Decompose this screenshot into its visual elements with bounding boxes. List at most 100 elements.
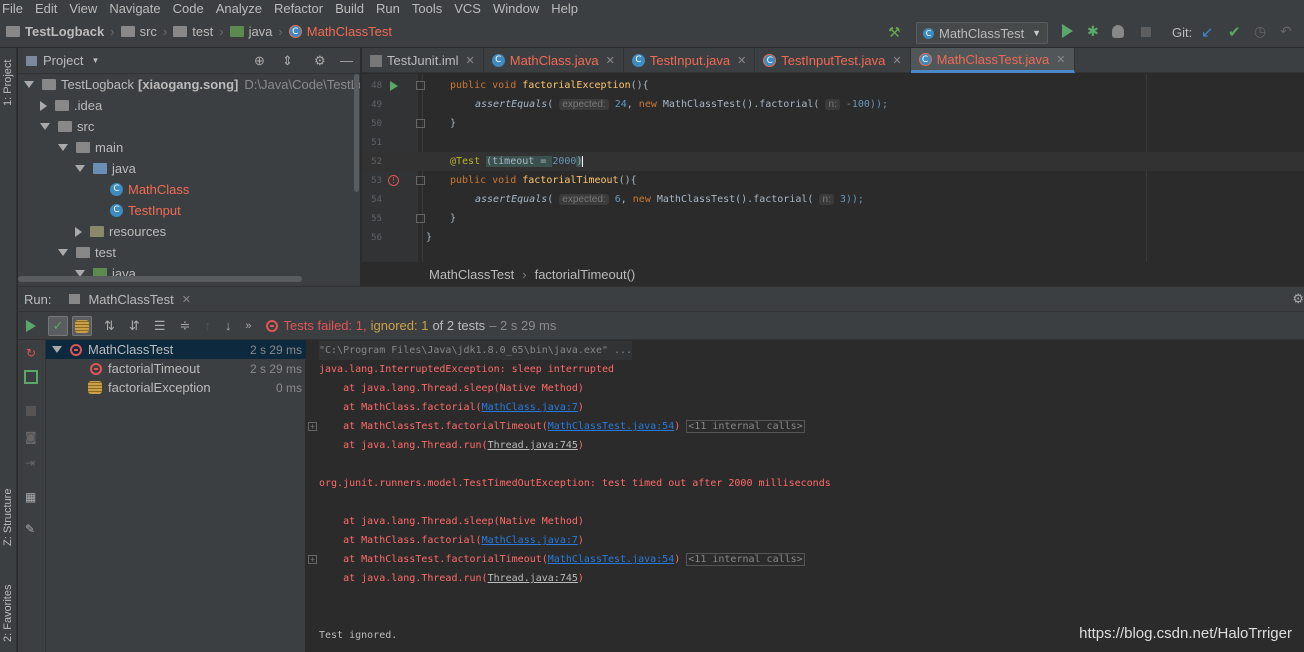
source-link[interactable]: MathClassTest.java:54: [548, 554, 674, 565]
toggle-autotest-icon[interactable]: [24, 370, 38, 384]
run-test-icon[interactable]: [390, 80, 398, 91]
tree-item-src[interactable]: src: [40, 116, 94, 137]
project-panel-title[interactable]: Project: [43, 53, 83, 68]
stop-icon[interactable]: [1141, 27, 1151, 37]
gear-icon[interactable]: ⚙: [314, 53, 326, 69]
previous-failed-icon[interactable]: ↑: [204, 318, 211, 333]
fold-icon[interactable]: [416, 176, 425, 185]
hide-icon[interactable]: —: [340, 53, 353, 68]
history-icon[interactable]: ◷: [1254, 24, 1266, 40]
sort-alpha-icon[interactable]: ⇅: [104, 318, 115, 334]
tree-item-project[interactable]: TestLogback [xiaogang.song] D:\Java\Code…: [24, 74, 360, 95]
tree-item-main-java[interactable]: java: [75, 158, 136, 179]
nav-crumb-test[interactable]: test: [173, 24, 213, 39]
locate-icon[interactable]: ⊕: [254, 53, 265, 69]
vertical-scrollbar[interactable]: [354, 74, 359, 192]
gear-icon[interactable]: ⚙: [1292, 291, 1304, 307]
revert-icon[interactable]: ↶: [1280, 24, 1292, 40]
fold-icon[interactable]: [416, 81, 425, 90]
test-suite-row[interactable]: MathClassTest 2 s 29 ms: [46, 340, 306, 359]
favorites-tool-tab[interactable]: 2: Favorites: [2, 585, 14, 642]
source-link[interactable]: MathClass.java:7: [482, 402, 578, 413]
source-link[interactable]: Thread.java:745: [488, 440, 578, 451]
run-tab-label[interactable]: MathClassTest: [88, 292, 173, 307]
camera-icon[interactable]: ◙: [25, 430, 37, 444]
tab-mathclasstest-java[interactable]: C MathClassTest.java ✕: [910, 48, 1075, 73]
coverage-icon[interactable]: [1112, 25, 1124, 38]
test-case-row[interactable]: factorialTimeout 2 s 29 ms: [46, 359, 306, 378]
menu-build[interactable]: Build: [335, 1, 364, 16]
layout-icon[interactable]: ▦: [25, 490, 36, 504]
stop-icon[interactable]: [26, 406, 36, 416]
fold-icon[interactable]: [416, 119, 425, 128]
run-config-select[interactable]: C MathClassTest ▼: [916, 22, 1048, 44]
structure-tool-tab[interactable]: Z: Structure: [2, 489, 14, 546]
nav-crumb-file[interactable]: C MathClassTest: [288, 24, 392, 39]
close-icon[interactable]: ✕: [737, 54, 746, 67]
tree-item-main[interactable]: main: [58, 137, 123, 158]
menu-edit[interactable]: Edit: [35, 1, 57, 16]
nav-project[interactable]: TestLogback: [6, 24, 104, 39]
run-icon[interactable]: [1062, 24, 1073, 38]
expand-calls-icon[interactable]: +: [308, 422, 317, 431]
tree-item-idea[interactable]: .idea: [40, 95, 102, 116]
menu-help[interactable]: Help: [551, 1, 578, 16]
menu-tools[interactable]: Tools: [412, 1, 442, 16]
fold-icon[interactable]: [416, 214, 425, 223]
test-case-row[interactable]: factorialException 0 ms: [46, 378, 306, 397]
more-icon[interactable]: »: [245, 320, 251, 332]
pin-icon[interactable]: ✎: [25, 522, 35, 536]
test-failed-icon[interactable]: !: [388, 175, 399, 186]
horizontal-scrollbar[interactable]: [18, 276, 302, 282]
menu-run[interactable]: Run: [376, 1, 400, 16]
source-link[interactable]: Thread.java:745: [488, 573, 578, 584]
tree-item-mathclass[interactable]: C MathClass: [110, 179, 189, 200]
menu-file[interactable]: File: [2, 1, 23, 16]
tree-item-test[interactable]: test: [58, 242, 116, 263]
expand-calls-icon[interactable]: +: [308, 555, 317, 564]
rerun-failed-icon[interactable]: ↻: [26, 346, 36, 360]
tab-testinput-java[interactable]: C TestInput.java ✕: [624, 48, 756, 73]
menu-navigate[interactable]: Navigate: [109, 1, 160, 16]
menu-code[interactable]: Code: [173, 1, 204, 16]
git-commit-icon[interactable]: ✔: [1228, 23, 1241, 41]
tab-testjunit-iml[interactable]: TestJunit.iml ✕: [362, 48, 484, 73]
next-failed-icon[interactable]: ↓: [225, 318, 232, 333]
show-passed-icon[interactable]: ✓: [48, 315, 68, 336]
source-link[interactable]: MathClassTest.java:54: [548, 421, 674, 432]
debug-icon[interactable]: ✱: [1087, 24, 1099, 40]
tree-item-resources[interactable]: resources: [75, 221, 166, 242]
tree-item-testinput[interactable]: C TestInput: [110, 200, 181, 221]
menu-refactor[interactable]: Refactor: [274, 1, 323, 16]
dropdown-arrow-icon[interactable]: ▼: [91, 56, 99, 65]
close-icon[interactable]: ✕: [182, 293, 191, 306]
breadcrumb-class[interactable]: MathClassTest: [429, 267, 514, 282]
internal-calls-fold[interactable]: <11 internal calls>: [686, 553, 805, 566]
rerun-icon[interactable]: [26, 319, 36, 332]
code-editor[interactable]: 48 public void factorialException(){ 49 …: [362, 74, 1304, 262]
show-ignored-icon[interactable]: [72, 315, 92, 336]
menu-window[interactable]: Window: [493, 1, 539, 16]
sort-duration-icon[interactable]: ⇵: [129, 318, 140, 334]
expand-all-icon[interactable]: ☰: [154, 318, 166, 334]
nav-crumb-src[interactable]: src: [120, 24, 157, 39]
project-tool-tab[interactable]: 1: Project: [2, 60, 14, 106]
close-icon[interactable]: ✕: [466, 54, 475, 67]
nav-crumb-java[interactable]: java: [229, 24, 272, 39]
menu-vcs[interactable]: VCS: [454, 1, 481, 16]
breadcrumb-method[interactable]: factorialTimeout(): [535, 267, 636, 282]
tab-testinputtest-java[interactable]: C TestInputTest.java ✕: [755, 48, 911, 73]
console-output[interactable]: "C:\Program Files\Java\jdk1.8.0_65\bin\j…: [306, 340, 1304, 652]
internal-calls-fold[interactable]: <11 internal calls>: [686, 420, 805, 433]
tab-mathclass-java[interactable]: C MathClass.java ✕: [484, 48, 624, 73]
build-hammer-icon[interactable]: ⚒: [888, 25, 901, 41]
collapse-all-icon[interactable]: ≑: [179, 318, 190, 334]
collapse-icon[interactable]: ⇕: [282, 53, 293, 69]
console-command-line[interactable]: "C:\Program Files\Java\jdk1.8.0_65\bin\j…: [319, 341, 633, 360]
git-update-icon[interactable]: ↙: [1201, 23, 1214, 41]
import-icon[interactable]: ⇥: [25, 456, 35, 470]
source-link[interactable]: MathClass.java:7: [482, 535, 578, 546]
close-icon[interactable]: ✕: [606, 54, 615, 67]
menu-analyze[interactable]: Analyze: [216, 1, 262, 16]
menu-view[interactable]: View: [69, 1, 97, 16]
